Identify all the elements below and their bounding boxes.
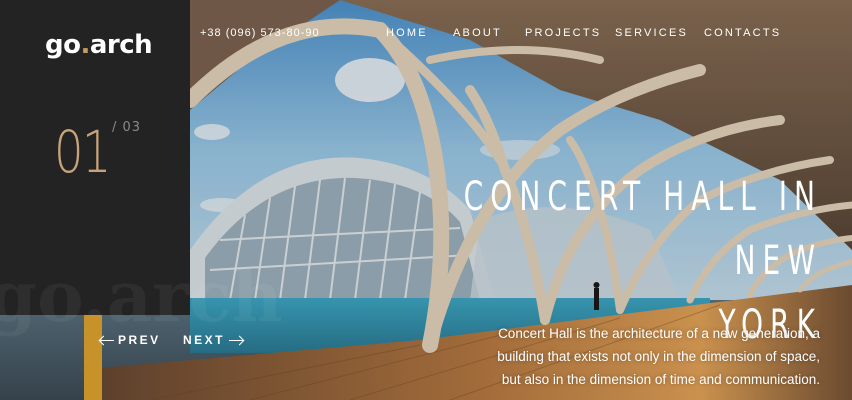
- logo-dot: .: [80, 30, 90, 60]
- left-panel: go.arch 01 / 03 go.arch: [0, 0, 283, 338]
- prev-button[interactable]: PREV: [96, 333, 161, 347]
- logo-text-main: go: [45, 30, 81, 60]
- arrow-left-icon: [100, 340, 114, 342]
- slide-description: Concert Hall is the architecture of a ne…: [497, 326, 820, 387]
- nav-about[interactable]: ABOUT: [453, 27, 502, 39]
- arrow-right-icon: [229, 340, 244, 342]
- slide-total-count: / 03: [112, 120, 142, 135]
- accent-bar: [84, 315, 102, 400]
- nav-contacts[interactable]: CONTACTS: [704, 27, 781, 39]
- slide-current-number: 01: [54, 118, 111, 186]
- phone-number[interactable]: +38 (096) 573-80-90: [200, 27, 320, 39]
- ghost-logo-watermark: go.arch: [0, 255, 283, 338]
- logo[interactable]: go.arch: [45, 30, 153, 60]
- nav-home[interactable]: HOME: [386, 27, 428, 39]
- next-button[interactable]: NEXT: [183, 333, 247, 347]
- prev-label: PREV: [118, 333, 161, 347]
- logo-text-rest: arch: [89, 30, 153, 60]
- nav-projects[interactable]: PROJECTS: [525, 27, 601, 39]
- slide-title-line-1: CONCERT HALL IN NEW: [463, 174, 822, 284]
- next-label: NEXT: [183, 333, 226, 347]
- nav-services[interactable]: SERVICES: [615, 27, 688, 39]
